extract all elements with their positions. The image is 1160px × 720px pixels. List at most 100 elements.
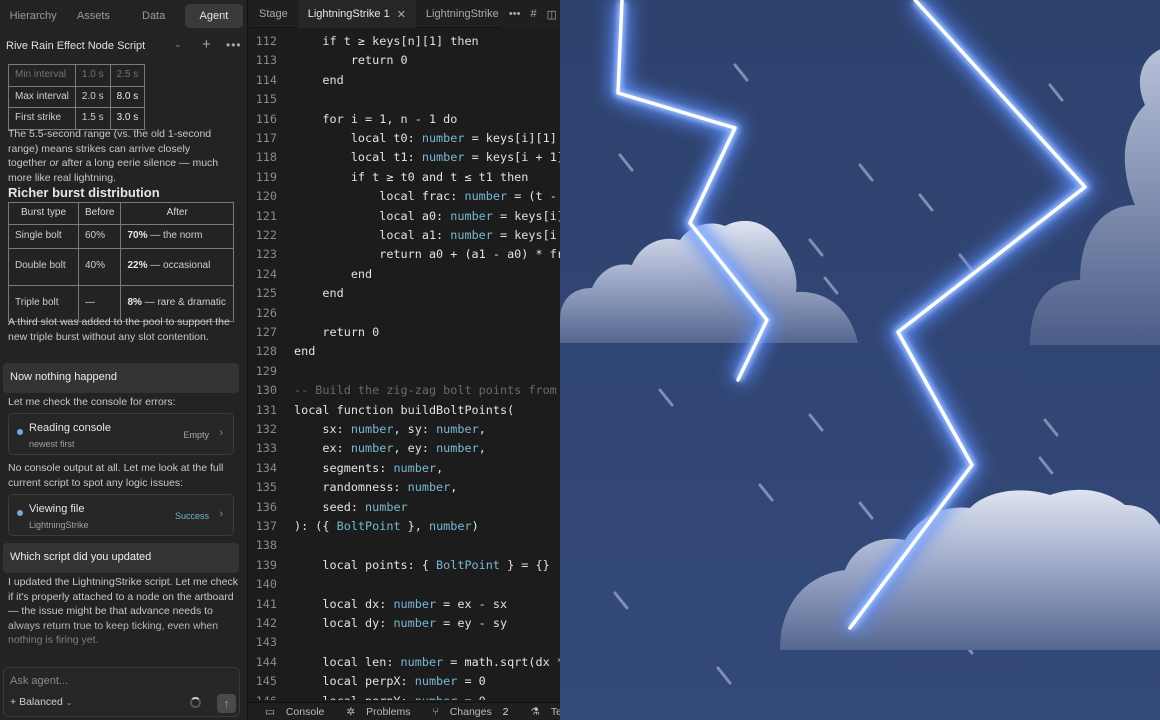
emphasis-text: or [49,157,59,169]
mode-selector[interactable]: + Balanced ⌄ [10,696,72,708]
new-chat-icon[interactable]: + [202,36,211,53]
text-span: — the norm [147,229,203,241]
code-line[interactable]: 133 ex: number, ey: number, [249,439,560,458]
editor-tabs: Stage LightningStrike 1 ✕ LightningStrike… [249,0,560,28]
code-line[interactable]: 122 local a1: number = keys[i + 1] [249,226,560,245]
code-line[interactable]: 121 local a0: number = keys[i][2] [249,207,560,226]
changes-tab[interactable]: ⑂ Changes 2 [424,706,508,718]
tool-title: Viewing file [29,503,85,515]
code-line[interactable]: 119 if t ≥ t0 and t ≤ t1 then [249,168,560,187]
chevron-down-icon[interactable]: ⌄ [174,39,182,50]
line-number: 126 [255,305,277,320]
code-line[interactable]: 145 local perpX: number = 0 [249,672,560,691]
table-cell: 2.0 s [74,85,111,108]
check-paragraph: Let me check the console for errors: [8,396,176,408]
line-number: 123 [255,247,277,262]
code-line[interactable]: 123 return a0 + (a1 - a0) * frac [249,245,560,264]
code-line[interactable]: 130 -- Build the zig-zag bolt points from… [249,381,560,400]
tool-subtitle: newest first [29,439,75,449]
code-line[interactable]: 134 segments: number, [249,459,560,478]
tab-agent[interactable]: Agent [184,4,243,28]
table-row: Double bolt 40% 22% — occasional [8,247,234,286]
code-line[interactable]: 129 [249,362,560,381]
changes-label: Changes [449,705,492,718]
code-line[interactable]: 136 seed: number [249,498,560,517]
code-text: local frac: number = (t - t0) [294,189,557,204]
split-view-icon[interactable]: ◫ [547,8,557,21]
code-text: local perpY: number = 0 [294,694,485,700]
grid-icon[interactable]: # [530,8,536,20]
code-line[interactable]: 126 [249,304,560,323]
code-line[interactable]: 124 end [249,265,560,284]
text-line: range) means strikes can arrive closely [8,142,191,155]
code-line[interactable]: 117 local t0: number = keys[i][1] [249,129,560,148]
chat-title-bar: Rive Rain Effect Node Script ⌄ + ••• [0,30,247,62]
chat-input[interactable]: Ask agent... [10,675,68,687]
code-line[interactable]: 113 return 0 [249,51,560,70]
code-text: segments: number, [294,460,444,475]
chat-transcript[interactable]: Min interval 1.0 s 2.5 s Max interval 2.… [0,62,247,662]
bold-text: 8% [127,296,142,308]
rain-scene [560,0,1160,720]
table-cell: 1.5 s [74,107,111,130]
code-line[interactable]: 135 randomness: number, [249,478,560,497]
close-icon[interactable]: ✕ [397,8,406,21]
code-line[interactable]: 131 local function buildBoltPoints( [249,401,560,420]
code-line[interactable]: 138 [249,536,560,555]
tab-stage[interactable]: Stage [249,0,298,28]
line-number: 130 [255,383,277,398]
code-line[interactable]: 115 [249,90,560,109]
branch-icon: ⑂ [432,705,439,718]
no-output-paragraph: No console output at all. Let me look at… [8,462,224,489]
problems-tab[interactable]: ✲ Problems [338,706,410,718]
text-span: — rare & dramatic [141,296,226,308]
code-line[interactable]: 120 local frac: number = (t - t0) [249,187,560,206]
code-line[interactable]: 127 return 0 [249,323,560,342]
tool-status: Success [174,511,209,521]
code-line[interactable]: 112 if t ≥ keys[n][1] then [249,32,560,51]
table-cell: Min interval [8,64,76,87]
code-line[interactable]: 137): ({ BoltPoint }, number) [249,517,560,536]
code-line[interactable]: 132 sx: number, sy: number, [249,420,560,439]
tab-data[interactable]: Data [125,4,183,28]
code-line[interactable]: 114 end [249,71,560,90]
code-line[interactable]: 146 local perpY: number = 0 [249,692,560,700]
chat-title[interactable]: Rive Rain Effect Node Script [6,40,145,52]
arrow-up-icon: ↑ [223,697,230,710]
code-line[interactable]: 140 [249,575,560,594]
slot-paragraph: A third slot was added to the pool to su… [8,316,230,343]
table-cell: Single bolt [8,223,79,249]
line-number: 131 [255,402,277,417]
tab-hierarchy[interactable]: Hierarchy [4,4,62,28]
code-line[interactable]: 118 local t1: number = keys[i + 1][1] [249,148,560,167]
code-line[interactable]: 142 local dy: number = ey - sy [249,614,560,633]
table-row: First strike 1.5 s 3.0 s [8,107,146,130]
code-line[interactable]: 141 local dx: number = ex - sx [249,595,560,614]
console-tab[interactable]: ▭ Console [257,706,324,718]
tab-assets[interactable]: Assets [64,4,122,28]
tab-lightningstrike-1[interactable]: LightningStrike 1 ✕ [297,0,416,28]
line-number: 145 [255,674,277,689]
more-icon[interactable]: ••• [509,8,521,20]
tool-call-reading-console[interactable]: Reading console newest first Empty › [8,413,234,455]
code-editor: Stage LightningStrike 1 ✕ LightningStrike… [249,0,560,720]
tab-lightningstrike[interactable]: LightningStrike [416,0,509,28]
code-line[interactable]: 144 local len: number = math.sqrt(dx * d… [249,653,560,672]
line-number: 122 [255,228,277,242]
code-area[interactable]: 112 if t ≥ keys[n][1] then 113 return 0 11… [249,32,560,700]
burst-heading: Richer burst distribution [8,185,160,200]
more-options-icon[interactable]: ••• [226,38,242,52]
code-line[interactable]: 139 local points: { BoltPoint } = {} [249,556,560,575]
code-text: if t ≥ t0 and t ≤ t1 then [294,169,529,184]
tool-title: Reading console [29,422,111,434]
fade-overlay [0,622,247,662]
send-button[interactable]: ↑ [217,694,236,713]
code-line[interactable]: 143 [249,633,560,652]
tool-call-viewing-file[interactable]: Viewing file LightningStrike Success › [8,494,234,536]
code-line[interactable]: 128 end [249,342,560,361]
testing-tab[interactable]: ⚗ Testing [523,706,561,718]
line-number: 120 [255,189,277,204]
code-line[interactable]: 116 for i = 1, n - 1 do [249,110,560,129]
code-line[interactable]: 125 end [249,284,560,303]
stage-canvas[interactable] [560,0,1160,720]
